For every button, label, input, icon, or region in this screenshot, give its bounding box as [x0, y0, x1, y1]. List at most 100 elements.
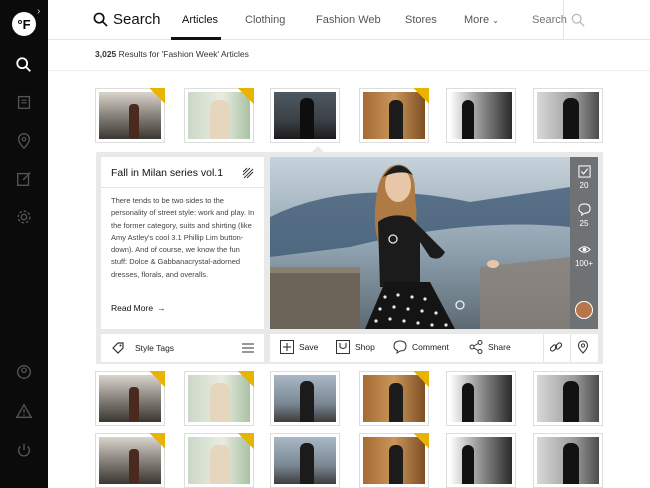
eye-icon — [577, 246, 591, 253]
article-thumbnail[interactable] — [359, 88, 429, 143]
person-figure — [563, 381, 579, 422]
tab-more-label: More — [464, 14, 490, 26]
author-avatar[interactable] — [575, 301, 593, 319]
likes-stat[interactable]: 20 — [570, 165, 598, 190]
person-figure — [563, 98, 579, 139]
article-thumbnail[interactable] — [270, 433, 340, 488]
profile-icon[interactable] — [14, 362, 34, 382]
share-button[interactable]: Share — [469, 340, 511, 354]
sidebar-expand-icon[interactable]: › — [37, 6, 40, 17]
article-thumbnail[interactable] — [533, 433, 603, 488]
bw-photo — [450, 437, 512, 484]
divider — [543, 334, 544, 362]
person-figure — [389, 100, 403, 139]
power-icon[interactable] — [14, 440, 34, 460]
share-icon — [469, 340, 483, 354]
tab-stores[interactable]: Stores — [405, 14, 437, 26]
article-title: Fall in Milan series vol.1 — [111, 167, 224, 179]
divider — [48, 70, 650, 71]
menu-icon[interactable] — [242, 343, 254, 353]
results-count: 3,025 — [95, 49, 117, 59]
article-thumbnail[interactable] — [184, 88, 254, 143]
location-pin-icon[interactable] — [14, 131, 34, 151]
street-photo — [274, 92, 336, 139]
article-thumbnail[interactable] — [95, 371, 165, 426]
shop-label: Shop — [355, 342, 375, 352]
results-summary: 3,025 Results for 'Fashion Week' Article… — [95, 49, 249, 59]
person-figure — [389, 445, 403, 484]
stats-bar: 20 25 100+ — [570, 157, 598, 329]
sidebar: °F › — [0, 0, 48, 488]
link-button[interactable] — [549, 340, 563, 354]
article-thumbnail[interactable] — [95, 433, 165, 488]
article-thumbnail[interactable] — [359, 433, 429, 488]
location-button[interactable] — [576, 340, 590, 354]
person-figure — [563, 443, 579, 484]
read-more-link[interactable]: Read More → — [111, 303, 166, 313]
tab-clothing[interactable]: Clothing — [245, 14, 285, 26]
tab-articles[interactable]: Articles — [182, 14, 218, 26]
article-thumbnail-selected[interactable] — [270, 88, 340, 143]
speech-bubble-icon — [577, 203, 591, 216]
save-button[interactable]: Save — [280, 340, 318, 354]
style-tags-label: Style Tags — [135, 343, 175, 353]
plus-square-icon — [280, 340, 294, 354]
bw-photo — [537, 375, 599, 422]
featured-ribbon — [149, 88, 165, 104]
read-more-label: Read More — [111, 303, 154, 313]
article-thumbnail[interactable] — [533, 371, 603, 426]
stripes-icon[interactable] — [242, 167, 254, 179]
street-photo — [274, 437, 336, 484]
search-icon — [93, 12, 108, 27]
featured-ribbon — [413, 371, 429, 387]
article-thumbnail[interactable] — [446, 371, 516, 426]
shop-button[interactable]: Shop — [336, 340, 375, 354]
person-figure — [462, 100, 474, 139]
article-thumbnail[interactable] — [446, 88, 516, 143]
article-thumbnail[interactable] — [184, 371, 254, 426]
featured-photo[interactable] — [270, 157, 570, 329]
comment-button[interactable]: Comment — [393, 340, 449, 354]
alert-icon[interactable] — [14, 401, 34, 421]
tag-icon — [112, 342, 124, 354]
featured-ribbon — [238, 433, 254, 449]
share-label: Share — [488, 342, 511, 352]
person-figure — [462, 383, 474, 422]
person-figure — [300, 381, 314, 422]
featured-ribbon — [238, 371, 254, 387]
comments-stat[interactable]: 25 — [570, 203, 598, 228]
views-count: 100+ — [574, 259, 594, 268]
comments-count: 25 — [579, 219, 589, 228]
action-bar: Save Shop Comment Share — [270, 334, 598, 362]
street-photo — [274, 375, 336, 422]
settings-icon[interactable] — [14, 207, 34, 227]
article-thumbnail[interactable] — [533, 88, 603, 143]
style-tags-bar[interactable]: Style Tags — [101, 334, 264, 362]
edit-icon[interactable] — [14, 169, 34, 189]
featured-ribbon — [238, 88, 254, 104]
app-logo[interactable]: °F — [12, 12, 36, 36]
check-icon — [577, 165, 591, 178]
article-thumbnail[interactable] — [95, 88, 165, 143]
person-figure — [210, 383, 230, 422]
person-figure — [300, 98, 314, 139]
top-nav: Search Articles Clothing Fashion Web Sto… — [48, 0, 650, 40]
article-thumbnail[interactable] — [270, 371, 340, 426]
bookmarks-icon[interactable] — [14, 92, 34, 112]
article-thumbnail[interactable] — [446, 433, 516, 488]
tab-more[interactable]: More ⌄ — [464, 14, 499, 26]
active-tab-underline — [171, 37, 221, 40]
search-icon[interactable] — [14, 55, 34, 75]
article-thumbnail[interactable] — [184, 433, 254, 488]
search-icon[interactable] — [571, 13, 585, 27]
article-thumbnail[interactable] — [359, 371, 429, 426]
nav-search-heading[interactable]: Search — [93, 11, 161, 28]
featured-ribbon — [413, 88, 429, 104]
featured-ribbon — [149, 433, 165, 449]
tab-fashion-web[interactable]: Fashion Web — [316, 14, 381, 26]
person-figure — [210, 100, 230, 139]
person-figure — [129, 449, 139, 483]
views-stat[interactable]: 100+ — [570, 243, 598, 268]
bw-photo — [450, 92, 512, 139]
article-body: There tends to be two sides to the perso… — [111, 196, 255, 279]
